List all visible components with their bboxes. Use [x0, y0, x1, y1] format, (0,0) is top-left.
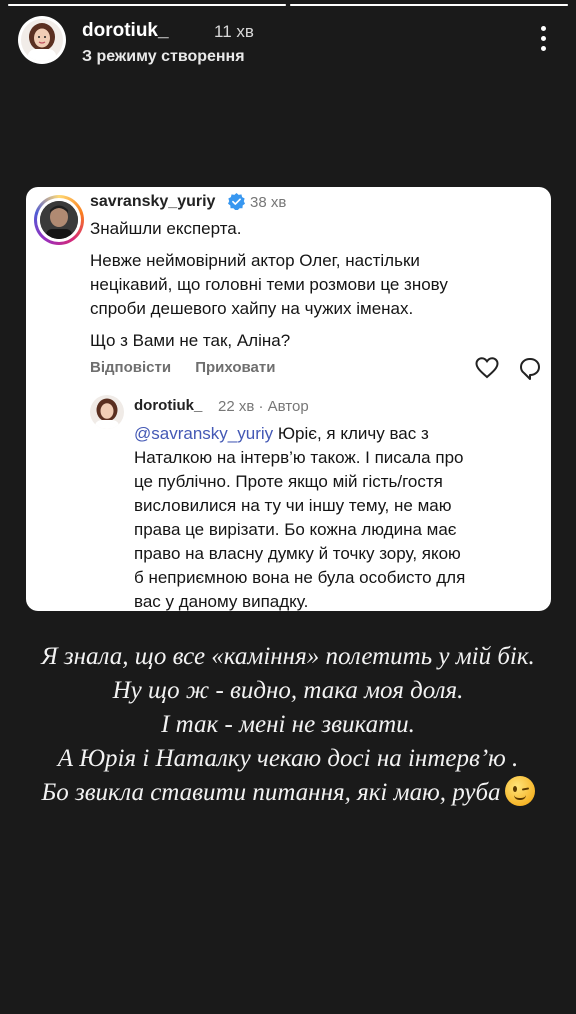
reply-text-line: право на власну думку й точку зору, якою [134, 544, 461, 563]
caption-line: Ну що ж - видно, така моя доля. [112, 677, 464, 704]
wink-emoji-icon [504, 776, 535, 806]
reply-text-line: б неприємною вона не була особисто для [134, 568, 466, 587]
reply-text-first: Юріє, я кличу вас з [273, 424, 429, 443]
reply-text-line: це публічно. Проте якщо мій гість/гостя [134, 472, 443, 491]
comment-text-line: Що з Вами не так, Аліна? [90, 331, 291, 350]
commenter-avatar [34, 195, 84, 245]
reply-meta: 22 хв · Автор [218, 398, 309, 415]
verified-badge-icon [228, 193, 245, 210]
reply-avatar [90, 395, 124, 429]
mention-link[interactable]: @savransky_yuriy [134, 424, 273, 443]
story-caption: Я знала, що все «каміння» полетить у мій… [0, 640, 576, 810]
reply-text-line: вас у даному випадку. [134, 592, 309, 611]
reply-text: @savransky_yuriy Юріє, я кличу вас з Нат… [134, 422, 546, 614]
story-subtitle: З режиму створення [82, 48, 245, 65]
reply-username[interactable]: dorotiuk_ [134, 397, 202, 414]
reply-text-line: Наталкою на інтерв’ю також. І писала про [134, 448, 464, 467]
reply-text-line: @savransky_yuriy Юріє, я кличу вас з [134, 422, 546, 446]
reply-button[interactable]: Відповісти [90, 359, 171, 376]
caption-line-last: Бо звикла ставити питання, які маю, руба [0, 776, 576, 810]
comment-text-line: Знайшли експерта. [90, 219, 242, 238]
story-header: dorotiuk_ 11 хв З режиму створення [18, 16, 558, 68]
caption-line-text: Бо звикла ставити питання, які маю, руба [41, 779, 501, 806]
comment-text-line: спроби дешевого хайпу на чужих іменах. [90, 299, 414, 318]
caption-line: І так - мені не звикати. [161, 711, 415, 738]
comment-text-line: Невже неймовірний актор Олег, настільки [90, 251, 420, 270]
more-vertical-icon[interactable] [538, 26, 548, 56]
story-progress-fill-1 [8, 4, 286, 6]
story-progress-2 [290, 4, 568, 6]
comment-time: 38 хв [250, 194, 287, 211]
commenter-username[interactable]: savransky_yuriy [90, 193, 215, 211]
story-username[interactable]: dorotiuk_ [82, 20, 169, 42]
story-time: 11 хв [214, 22, 254, 41]
caption-line: А Юрія і Наталку чекаю досі на інтерв’ю … [57, 745, 519, 772]
hide-button[interactable]: Приховати [195, 359, 275, 376]
comment-screenshot-card: savransky_yuriy 38 хв Знайшли експерта. … [26, 187, 551, 611]
story-progress-1 [8, 4, 286, 6]
reply-text-line: висловилися на ту чи іншу тему, не маю [134, 496, 452, 515]
reply-icon[interactable] [519, 357, 541, 381]
comment-actions: Відповісти Приховати [90, 359, 295, 376]
caption-line: Я знала, що все «каміння» полетить у мій… [41, 643, 535, 670]
comment-text-line: нецікавий, що головні теми розмови це зн… [90, 275, 448, 294]
heart-icon[interactable] [475, 357, 499, 379]
avatar[interactable] [18, 16, 66, 64]
reply-text-line: права це вирізати. Бо кожна людина має [134, 520, 457, 539]
story-progress-fill-2 [290, 4, 568, 6]
